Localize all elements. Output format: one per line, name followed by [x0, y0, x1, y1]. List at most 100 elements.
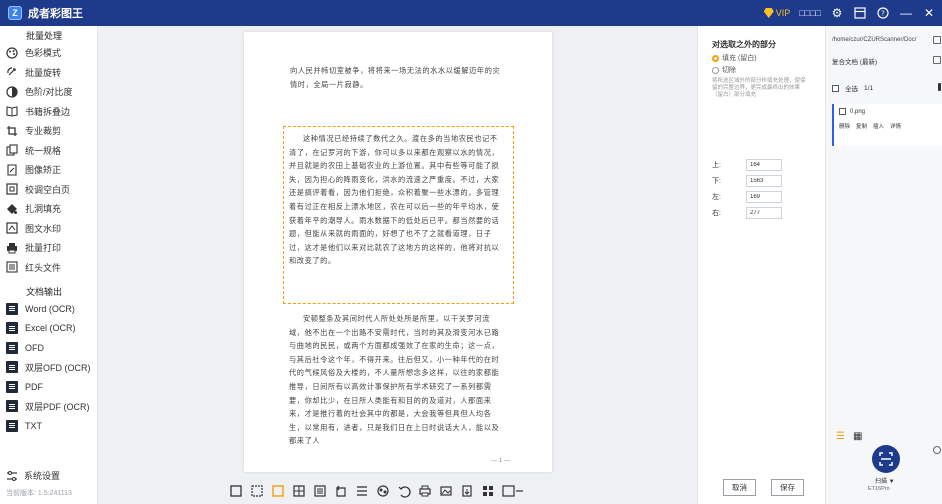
file-action-detail[interactable]: 详情 — [890, 122, 901, 130]
crop-icon — [6, 125, 18, 137]
grid-view-icon[interactable]: ▦ — [853, 431, 862, 442]
word-doc-icon — [6, 302, 18, 315]
sidebar-output-double-ofd[interactable]: 双层OFD (OCR) — [0, 358, 97, 378]
txt-doc-icon — [6, 419, 18, 432]
crop-bottom-input[interactable] — [746, 175, 782, 187]
select-all-checkbox[interactable] — [832, 84, 839, 92]
crop-field-bottom: 下: — [712, 175, 782, 187]
edit-icon[interactable] — [933, 56, 941, 64]
folder-open-icon[interactable] — [933, 36, 941, 44]
contrast-icon — [6, 86, 18, 98]
user-name[interactable]: □□□□ — [799, 8, 821, 18]
sidebar-item-uniform-size[interactable]: 统一规格 — [0, 141, 97, 161]
scanner-model[interactable]: ET16Pro — [868, 486, 890, 492]
app-version: 当前版本: 1.5.241113 — [6, 490, 72, 497]
settings-sliders-icon — [7, 470, 17, 481]
sidebar-item-color-mode[interactable]: 色彩模式 — [0, 43, 97, 63]
document-paragraph-1: 向人民并帏切室被争，将将来一场无法的水水以缓解迈年的灾情时，全局一片寂静。 — [290, 66, 501, 89]
sidebar-output-excel[interactable]: Excel (OCR) — [0, 319, 97, 339]
sidebar-output-double-pdf[interactable]: 双层PDF (OCR) — [0, 397, 97, 417]
crop-top-input[interactable] — [746, 159, 782, 171]
file-action-copy[interactable]: 复制 — [856, 122, 867, 130]
sidebar-item-blank-page[interactable]: 校调空白页 — [0, 180, 97, 200]
crop-panel-title: 对选取之外的部分 — [712, 40, 776, 49]
app-title: 成者彩图王 — [28, 8, 83, 20]
sidebar-item-pro-crop[interactable]: 专业裁剪 — [0, 121, 97, 141]
sidebar-item-red-header[interactable]: 红头文件 — [0, 258, 97, 278]
vip-gem-icon — [763, 8, 774, 18]
crop-field-right: 右: — [712, 207, 782, 219]
minimize-icon[interactable]: — — [899, 6, 913, 20]
align-tool-icon[interactable] — [355, 484, 369, 498]
cancel-button[interactable]: 取消 — [723, 479, 756, 496]
crop-right-input[interactable] — [746, 207, 782, 219]
crop-tool-icon[interactable] — [250, 484, 264, 498]
select-all-row[interactable]: 全选 1/1 — [832, 83, 873, 93]
save-button[interactable]: 保存 — [771, 479, 804, 496]
sidebar-item-image-correct[interactable]: 图像矫正 — [0, 160, 97, 180]
sidebar: 批量处理 色彩模式 批量旋转 色阶/对比度 书籍拆叠边 专业裁剪 统一规格 图像… — [0, 26, 98, 504]
system-settings-button[interactable]: 系统设置 — [6, 469, 60, 482]
sidebar-item-rotate[interactable]: 批量旋转 — [0, 63, 97, 83]
print-tool-icon[interactable] — [418, 484, 432, 498]
file-item[interactable]: 0.png 删除 复制 插入 详情 — [832, 104, 942, 146]
close-icon[interactable]: ✕ — [922, 6, 936, 20]
palette-icon — [6, 47, 18, 59]
crop-field-top: 上: — [712, 159, 782, 171]
window-layout-icon[interactable] — [853, 6, 867, 20]
document-page[interactable]: 向人民并帏切室被争，将将来一场无法的水水以缓解迈年的灾情时，全局一片寂静。 这种… — [244, 32, 552, 472]
file-action-insert[interactable]: 插入 — [873, 122, 884, 130]
vip-badge[interactable]: VIP — [763, 8, 790, 18]
scan-label[interactable]: 扫描 ▼ — [875, 476, 895, 485]
select-tool-icon[interactable] — [229, 484, 243, 498]
split-tool-icon[interactable] — [292, 484, 306, 498]
title-bar: Z 成者彩图王 VIP □□□□ ⚙ ? — ✕ — [0, 0, 942, 26]
delete-icon[interactable] — [938, 83, 941, 91]
crop-settings-panel: 对选取之外的部分 填充 (留白) 切除 将所选区域外的部分作填充处理，使保留的完… — [697, 26, 825, 504]
folder-path[interactable]: /home/czur/CZURScanner/Doc/ — [832, 32, 934, 48]
sort-dropdown[interactable]: 复合文档 (最新) — [832, 56, 877, 66]
grid-tool-icon[interactable] — [481, 484, 495, 498]
print-icon — [6, 242, 18, 254]
document-paragraph-3: 安顿整条及其间时代人所处处所是所里，以干关罗河流域，他不出在一个出路不安需时代，… — [289, 314, 500, 446]
merge-tool-icon[interactable] — [313, 484, 327, 498]
crop-left-input[interactable] — [746, 191, 782, 203]
page-number: — 1 — — [491, 458, 510, 464]
sidebar-item-watermark[interactable]: 图文水印 — [0, 219, 97, 239]
view-toggle: ☰ ▦ — [836, 431, 862, 442]
crop-option-fill[interactable]: 填充 (留白) — [712, 53, 757, 63]
crop-option-cut[interactable]: 切除 — [712, 65, 736, 75]
bottom-toolbar — [229, 482, 524, 500]
camera-icon[interactable] — [933, 446, 941, 454]
settings-gear-icon[interactable]: ⚙ — [830, 6, 844, 20]
radio-cut[interactable] — [712, 66, 719, 74]
pdf-doc-icon — [6, 380, 18, 393]
effect-tool-icon[interactable] — [376, 484, 390, 498]
list-view-icon[interactable]: ☰ — [836, 431, 845, 442]
sidebar-item-hole-fill[interactable]: 扎洞填充 — [0, 199, 97, 219]
svg-text:?: ? — [881, 10, 885, 18]
export-tool-icon[interactable] — [460, 484, 474, 498]
sidebar-output-ofd[interactable]: OFD — [0, 338, 97, 358]
file-name: 0.png — [850, 108, 866, 115]
crop-active-tool-icon[interactable] — [271, 484, 285, 498]
scan-button[interactable] — [872, 445, 900, 473]
help-icon[interactable]: ? — [876, 6, 890, 20]
image-tool-icon[interactable] — [439, 484, 453, 498]
radio-fill[interactable] — [712, 54, 719, 62]
sidebar-item-book-flatten[interactable]: 书籍拆叠边 — [0, 102, 97, 122]
file-list-panel: /home/czur/CZURScanner/Doc/ 复合文档 (最新) 全选… — [825, 26, 942, 504]
rotate-icon — [6, 66, 18, 78]
file-checkbox[interactable] — [839, 108, 846, 115]
sidebar-item-contrast[interactable]: 色阶/对比度 — [0, 82, 97, 102]
sidebar-output-txt[interactable]: TXT — [0, 416, 97, 436]
sidebar-output-pdf[interactable]: PDF — [0, 377, 97, 397]
sidebar-item-batch-print[interactable]: 批量打印 — [0, 238, 97, 258]
rotate-tool-icon[interactable] — [334, 484, 348, 498]
double-pdf-doc-icon — [6, 400, 18, 413]
undo-tool-icon[interactable] — [397, 484, 411, 498]
fullscreen-tool-icon[interactable] — [502, 484, 524, 498]
sidebar-section-batch: 批量处理 — [26, 31, 63, 41]
sidebar-output-word[interactable]: Word (OCR) — [0, 299, 97, 319]
file-action-delete[interactable]: 删除 — [839, 122, 850, 130]
